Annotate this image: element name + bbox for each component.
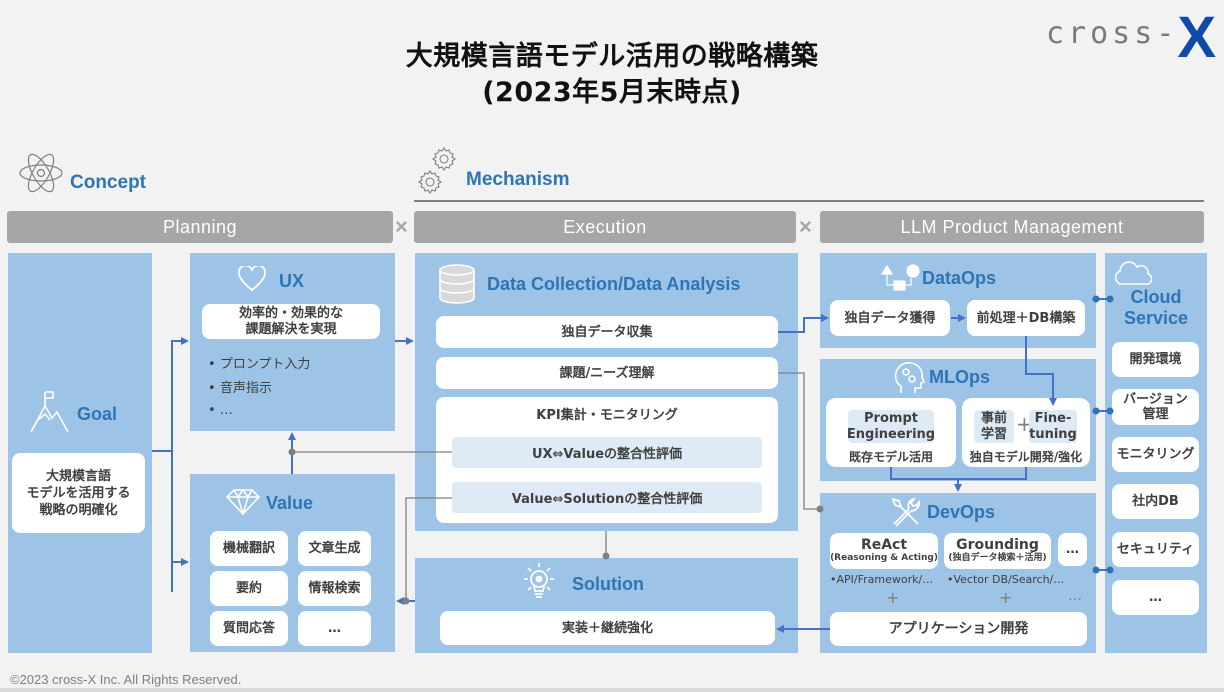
prompt-engineering-label: Prompt Engineering bbox=[846, 410, 936, 443]
kpi-item: UX⇔Valueの整合性評価 bbox=[452, 437, 762, 468]
company-logo: cross- X bbox=[1046, 5, 1216, 70]
bottom-border bbox=[0, 688, 1224, 692]
cloud-item-line: 管理 bbox=[1142, 407, 1169, 422]
fine-tuning-label: Fine- tuning bbox=[1029, 410, 1077, 443]
solution-item: 実装＋継続強化 bbox=[440, 611, 775, 645]
more-indicator: … bbox=[1068, 588, 1082, 604]
ai-head-icon bbox=[893, 361, 925, 395]
phase-execution: Execution bbox=[414, 211, 796, 243]
value-title: Value bbox=[266, 493, 314, 513]
cloud-service-title: Cloud Service bbox=[1105, 287, 1207, 329]
mechanism-divider bbox=[414, 200, 1204, 202]
devops-title: DevOps bbox=[927, 502, 996, 522]
devops-app-dev: アプリケーション開発 bbox=[830, 612, 1087, 646]
fine-tuning-line: Fine- bbox=[1034, 410, 1072, 426]
pretraining-line: 事前 bbox=[980, 410, 1007, 426]
ux-bullet-text: プロンプト入力 bbox=[219, 357, 311, 372]
copyright-footer: ©2023 cross-X Inc. All Rights Reserved. bbox=[10, 672, 242, 687]
pretraining-label: 事前 学習 bbox=[974, 410, 1014, 443]
solution-title: Solution bbox=[572, 574, 644, 594]
dataops-item: 前処理＋DB構築 bbox=[967, 300, 1085, 336]
times-separator: × bbox=[799, 214, 812, 239]
prompt-engineering-caption: 既存モデル活用 bbox=[848, 450, 933, 464]
devops-box-title: Grounding bbox=[956, 537, 1039, 553]
cloud-item: セキュリティ bbox=[1112, 532, 1199, 567]
prompt-engineering-line: Engineering bbox=[846, 426, 936, 442]
devops-box-sub: (独自データ検索＋活用) bbox=[948, 553, 1047, 563]
fine-tuning-line: tuning bbox=[1029, 426, 1077, 442]
section-concept: Concept bbox=[70, 172, 146, 193]
logo-mark: X bbox=[1177, 5, 1216, 70]
pretraining-line: 学習 bbox=[980, 426, 1007, 442]
cloud-item: モニタリング bbox=[1112, 437, 1199, 472]
devops-box-title: ReAct bbox=[860, 537, 908, 553]
ux-bullet-text: … bbox=[219, 403, 233, 418]
prompt-engineering-line: Prompt bbox=[864, 410, 918, 426]
value-item: 情報検索 bbox=[298, 571, 371, 606]
value-item: 文章生成 bbox=[298, 531, 371, 566]
data-collection-title: Data Collection/Data Analysis bbox=[487, 274, 741, 294]
tools-icon bbox=[891, 497, 921, 527]
section-mechanism: Mechanism bbox=[466, 169, 570, 190]
ux-highlight-line: 課題解決を実現 bbox=[245, 321, 337, 337]
ux-bullet: • プロンプト入力 bbox=[208, 357, 311, 372]
goal-line: モデルを活用する bbox=[26, 485, 131, 501]
custom-model-caption: 独自モデル開発/強化 bbox=[969, 450, 1083, 464]
value-item: 機械翻訳 bbox=[210, 531, 288, 566]
mountain-flag-icon bbox=[30, 390, 70, 434]
ux-bullet: • … bbox=[208, 403, 233, 418]
atom-icon bbox=[18, 148, 64, 198]
kpi-title: KPI集計・モニタリング bbox=[536, 408, 678, 423]
cloud-item: 社内DB bbox=[1112, 484, 1199, 519]
goal-statement: 大規模言語 モデルを活用する 戦略の明確化 bbox=[12, 453, 145, 533]
goal-title: Goal bbox=[77, 404, 118, 424]
phase-llm-product-management: LLM Product Management bbox=[820, 211, 1204, 243]
value-item: 要約 bbox=[210, 571, 288, 606]
dataops-item: 独自データ獲得 bbox=[830, 300, 950, 336]
data-collection-item: 課題/ニーズ理解 bbox=[436, 357, 778, 389]
times-separator: × bbox=[395, 214, 408, 239]
devops-note: •Vector DB/Search/… bbox=[947, 573, 1065, 586]
page-title-line2: (2023年5月末時点) bbox=[482, 77, 742, 108]
plus-sign: + bbox=[886, 588, 900, 607]
kpi-item: Value⇔Solutionの整合性評価 bbox=[452, 482, 762, 513]
goal-line: 大規模言語 bbox=[45, 468, 111, 484]
connector-goal-ux bbox=[171, 337, 189, 592]
devops-box-sub: (Reasoning & Acting) bbox=[830, 553, 938, 563]
cloud-title-line: Service bbox=[1123, 308, 1189, 328]
cloud-item: … bbox=[1112, 580, 1199, 615]
page-title-line1: 大規模言語モデル活用の戦略構築 bbox=[405, 41, 819, 72]
lightbulb-icon bbox=[521, 562, 557, 602]
connector-goal-value bbox=[171, 451, 189, 566]
goal-line: 戦略の明確化 bbox=[39, 502, 118, 518]
data-collection-item: 独自データ収集 bbox=[436, 316, 778, 348]
cloud-item: 開発環境 bbox=[1112, 342, 1199, 377]
devops-box-more: … bbox=[1058, 533, 1087, 566]
cloud-title-line: Cloud bbox=[1130, 287, 1182, 307]
diamond-icon bbox=[226, 489, 260, 515]
phase-planning: Planning bbox=[7, 211, 393, 243]
gears-icon bbox=[414, 145, 462, 197]
ux-bullet-text: 音声指示 bbox=[219, 381, 272, 396]
devops-note: •API/Framework/… bbox=[830, 573, 934, 586]
logo-text: cross- bbox=[1046, 16, 1179, 51]
value-item: … bbox=[298, 611, 371, 646]
ux-highlight-line: 効率的・効果的な bbox=[238, 305, 343, 321]
devops-box-grounding: Grounding (独自データ検索＋活用) bbox=[944, 533, 1051, 569]
ux-highlight: 効率的・効果的な 課題解決を実現 bbox=[202, 304, 380, 339]
heart-icon bbox=[238, 266, 266, 292]
ux-title: UX bbox=[279, 271, 305, 291]
cloud-icon bbox=[1112, 260, 1152, 286]
devops-box-react: ReAct (Reasoning & Acting) bbox=[830, 533, 938, 569]
mlops-title: MLOps bbox=[929, 367, 990, 387]
cloud-item: バージョン 管理 bbox=[1112, 389, 1199, 425]
cloud-item-line: バージョン bbox=[1123, 392, 1188, 407]
ux-bullet: • 音声指示 bbox=[208, 381, 272, 396]
dataops-title: DataOps bbox=[922, 268, 997, 288]
plus-sign: + bbox=[999, 588, 1013, 607]
dataflow-icon bbox=[880, 264, 920, 292]
database-icon bbox=[437, 263, 477, 305]
value-item: 質問応答 bbox=[210, 611, 288, 646]
